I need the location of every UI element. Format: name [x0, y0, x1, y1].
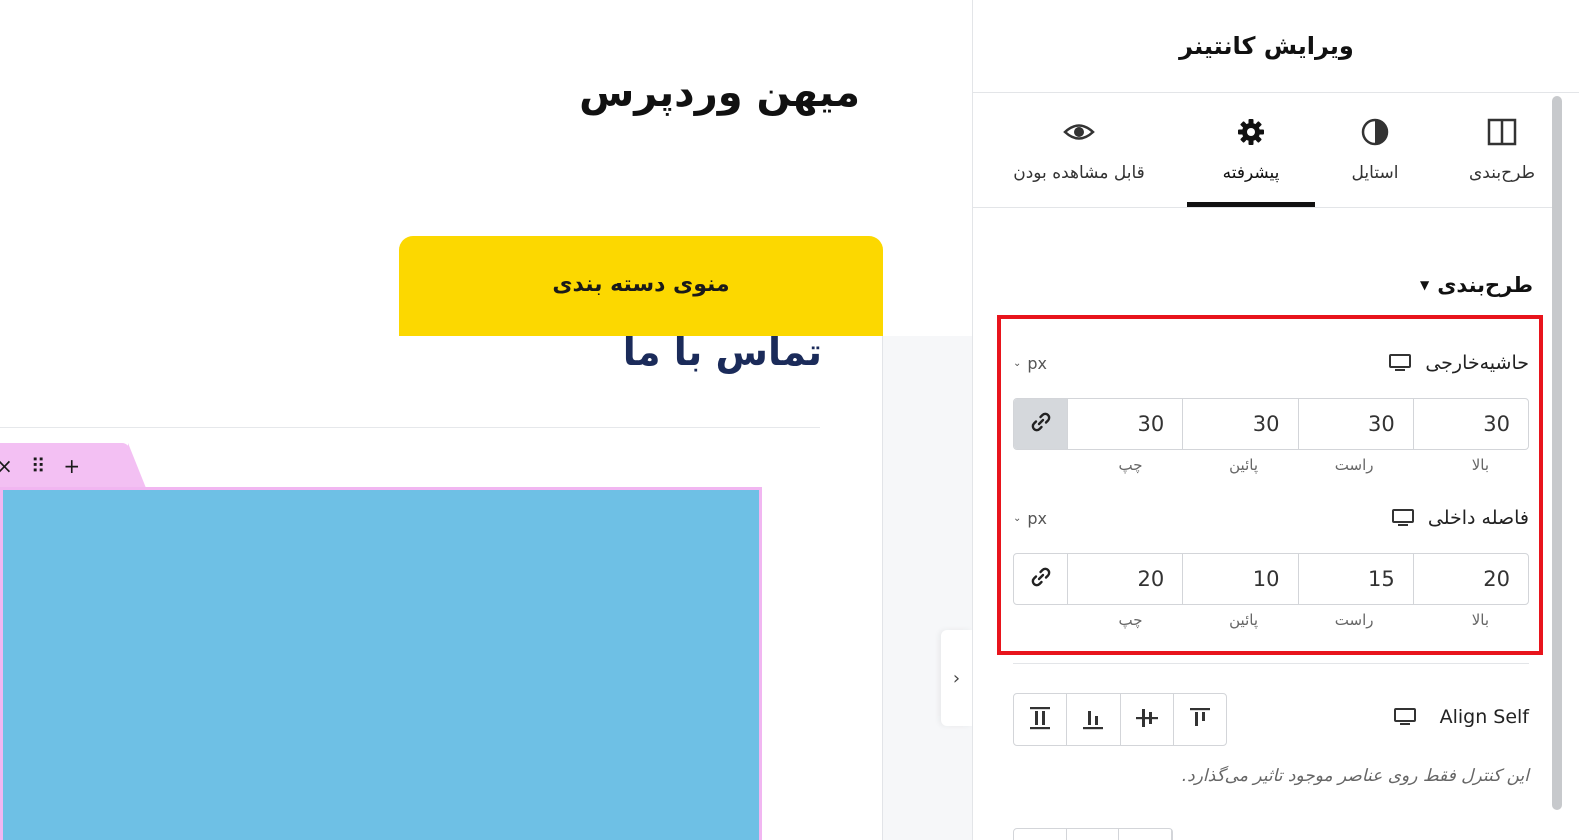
desktop-icon[interactable] [1393, 708, 1416, 726]
side-label-bottom: پائین [1229, 456, 1258, 474]
selected-container[interactable] [0, 487, 762, 840]
category-menu-label: منوی دسته بندی [552, 271, 730, 297]
desktop-icon[interactable] [1391, 509, 1414, 527]
padding-control-header: ⌄ px فاصله داخلی [1013, 503, 1529, 533]
tab-advanced[interactable]: پیشرفته [1187, 93, 1315, 208]
contact-heading[interactable]: تماس با ما [560, 330, 822, 374]
side-label-right: راست [1334, 456, 1374, 474]
close-icon[interactable]: × [0, 456, 13, 476]
panel-title: ویرایش کانتینر [1179, 32, 1354, 60]
margin-bottom-input[interactable]: 30 [1183, 399, 1299, 449]
margin-side-labels: چپ پائین راست بالا [1067, 456, 1529, 478]
padding-unit-select[interactable]: ⌄ px [1013, 509, 1047, 528]
caret-down-icon: ▼ [1419, 278, 1430, 292]
padding-inputs: 20 10 15 20 [1013, 553, 1529, 605]
side-label-left: چپ [1118, 611, 1143, 629]
half-circle-icon [1360, 117, 1390, 151]
link-values-button[interactable] [1014, 399, 1068, 449]
align-start-button[interactable] [1174, 694, 1226, 745]
next-control-group[interactable] [1013, 828, 1173, 840]
chevron-right-icon: › [952, 667, 961, 689]
align-end-button[interactable] [1067, 694, 1121, 745]
layout-icon [1487, 117, 1517, 151]
tab-layout[interactable]: طرح‌بندی [1451, 93, 1553, 208]
padding-side-labels: چپ پائین راست بالا [1067, 611, 1529, 633]
margin-right-input[interactable]: 30 [1299, 399, 1414, 449]
editor-window: میهن وردپرس منوی دسته بندی تماس با ما × … [0, 0, 1579, 840]
align-self-choices [1013, 693, 1227, 746]
padding-left-input[interactable]: 20 [1068, 554, 1184, 604]
desktop-icon[interactable] [1389, 354, 1412, 372]
site-title[interactable]: میهن وردپرس [560, 70, 860, 116]
align-start-icon [1187, 705, 1213, 735]
section-layout-toggle[interactable]: ▼ طرح‌بندی [1373, 268, 1533, 302]
side-label-top: بالا [1471, 456, 1489, 474]
margin-control-header: ⌄ px حاشیه‌خارجی [1013, 348, 1529, 378]
padding-right-input[interactable]: 15 [1299, 554, 1414, 604]
panel-collapse-button[interactable]: › [941, 630, 972, 726]
margin-label: حاشیه‌خارجی [1389, 352, 1529, 374]
tab-label: قابل مشاهده بودن [1013, 163, 1145, 183]
align-center-button[interactable] [1121, 694, 1174, 745]
drag-handle-icon[interactable]: ⠿ [31, 456, 46, 476]
container-handle[interactable]: × ⠿ + [0, 443, 146, 488]
side-label-bottom: پائین [1229, 611, 1258, 629]
panel-header: ویرایش کانتینر [973, 0, 1579, 93]
link-icon [1030, 411, 1052, 437]
side-label-left: چپ [1118, 456, 1143, 474]
margin-inputs: 30 30 30 30 [1013, 398, 1529, 450]
divider [1013, 663, 1529, 664]
align-self-label: Align Self [1373, 702, 1529, 732]
tab-visibility[interactable]: قابل مشاهده بودن [993, 93, 1165, 208]
editor-panel: ویرایش کانتینر طرح‌بندی استایل [972, 0, 1579, 840]
add-icon[interactable]: + [63, 456, 80, 476]
margin-top-input[interactable]: 30 [1414, 399, 1528, 449]
margin-unit-select[interactable]: ⌄ px [1013, 354, 1047, 373]
tab-label: استایل [1351, 163, 1399, 183]
divider [0, 427, 820, 428]
side-label-top: بالا [1471, 611, 1489, 629]
panel-scrollbar[interactable] [1552, 96, 1562, 810]
padding-top-input[interactable]: 20 [1414, 554, 1528, 604]
category-menu-button[interactable]: منوی دسته بندی [399, 236, 883, 336]
unit-label: px [1027, 508, 1048, 528]
padding-label: فاصله داخلی [1391, 507, 1529, 529]
side-label-right: راست [1334, 611, 1374, 629]
section-title: طرح‌بندی [1437, 273, 1533, 297]
padding-label-text: فاصله داخلی [1427, 507, 1529, 529]
eye-icon [1063, 117, 1095, 151]
unit-label: px [1027, 353, 1048, 373]
align-stretch-icon [1027, 705, 1053, 735]
margin-left-input[interactable]: 30 [1068, 399, 1184, 449]
chevron-down-icon: ⌄ [1013, 512, 1022, 524]
align-self-note: این کنترل فقط روی عناصر موجود تاثیر می‌گ… [1181, 766, 1529, 786]
gear-icon [1236, 117, 1266, 151]
align-stretch-button[interactable] [1014, 694, 1068, 745]
panel-tabs: طرح‌بندی استایل [973, 93, 1553, 208]
chevron-down-icon: ⌄ [1013, 357, 1022, 369]
tab-style[interactable]: استایل [1323, 93, 1427, 208]
tab-label: طرح‌بندی [1469, 163, 1535, 183]
link-values-button[interactable] [1014, 554, 1068, 604]
align-center-icon [1134, 705, 1160, 735]
align-end-icon [1080, 705, 1106, 735]
tab-label: پیشرفته [1222, 163, 1280, 183]
align-self-text: Align Self [1439, 706, 1529, 728]
margin-label-text: حاشیه‌خارجی [1425, 352, 1529, 374]
link-icon [1030, 566, 1052, 592]
padding-bottom-input[interactable]: 10 [1183, 554, 1299, 604]
preview-canvas: میهن وردپرس منوی دسته بندی تماس با ما × … [0, 0, 972, 840]
